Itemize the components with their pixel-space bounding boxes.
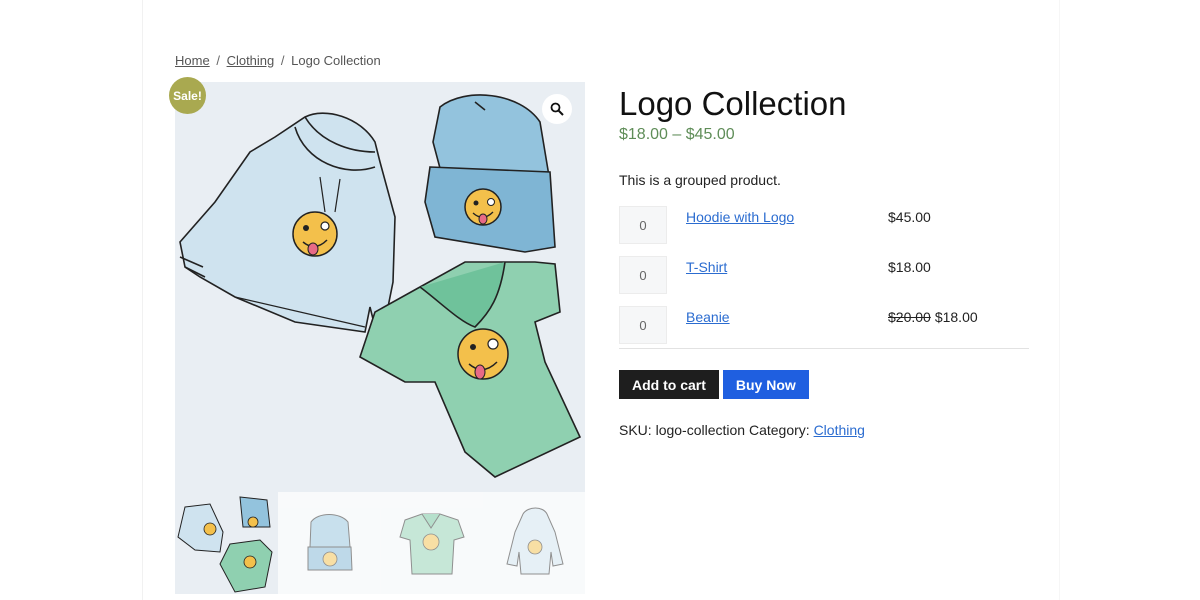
clothing-illustration xyxy=(179,94,582,478)
category-link[interactable]: Clothing xyxy=(814,422,865,438)
beanie-illustration xyxy=(424,94,556,253)
breadcrumb-separator: / xyxy=(216,53,220,68)
product-short-description: This is a grouped product. xyxy=(619,172,781,188)
thumbnail-beanie[interactable] xyxy=(277,492,380,594)
breadcrumb-current: Logo Collection xyxy=(291,53,381,68)
sku-value: logo-collection xyxy=(655,422,746,438)
grouped-products-table: Hoodie with Logo $45.00 T-Shirt $18.00 B… xyxy=(619,206,1029,356)
price-range: $18.00 – $45.00 xyxy=(619,126,735,143)
product-main-image[interactable] xyxy=(175,82,585,492)
add-to-cart-button[interactable]: Add to cart xyxy=(619,370,719,399)
buy-now-button[interactable]: Buy Now xyxy=(722,370,809,399)
zoom-button[interactable] xyxy=(542,94,572,124)
product-link-tshirt[interactable]: T-Shirt xyxy=(686,256,888,275)
tshirt-emoji-illustration xyxy=(457,328,509,380)
product-link-hoodie-with-logo[interactable]: Hoodie with Logo xyxy=(686,206,888,225)
product-link-beanie[interactable]: Beanie xyxy=(686,306,888,325)
grouped-product-row: Hoodie with Logo $45.00 xyxy=(619,206,1029,256)
thumbnail-hoodie[interactable] xyxy=(482,492,585,594)
price-hoodie-with-logo: $45.00 xyxy=(888,206,931,225)
category-label: Category: xyxy=(748,422,810,438)
divider xyxy=(619,348,1029,349)
beanie-emoji-illustration xyxy=(464,188,502,226)
thumbnail-tshirt[interactable] xyxy=(380,492,483,594)
price-beanie: $20.00 $18.00 xyxy=(888,306,978,325)
grouped-product-row: T-Shirt $18.00 xyxy=(619,256,1029,306)
breadcrumb: Home / Clothing / Logo Collection xyxy=(175,53,381,68)
magnifier-icon xyxy=(550,102,564,116)
quantity-input-hoodie[interactable] xyxy=(619,206,667,244)
breadcrumb-separator: / xyxy=(280,53,285,68)
hoodie-emoji-illustration xyxy=(292,211,338,257)
thumbnail-strip xyxy=(175,492,585,594)
quantity-input-beanie[interactable] xyxy=(619,306,667,344)
thumbnail-logo-collection[interactable] xyxy=(175,492,278,594)
breadcrumb-category-link[interactable]: Clothing xyxy=(227,53,275,68)
current-price: $18.00 xyxy=(888,259,931,275)
breadcrumb-home-link[interactable]: Home xyxy=(175,53,210,68)
current-price: $45.00 xyxy=(888,209,931,225)
quantity-input-tshirt[interactable] xyxy=(619,256,667,294)
original-price: $20.00 xyxy=(888,309,931,325)
hoodie-illustration xyxy=(179,112,396,333)
sku-label: SKU: xyxy=(619,422,652,438)
price-tshirt: $18.00 xyxy=(888,256,931,275)
product-title: Logo Collection xyxy=(619,85,847,122)
product-meta: SKU: logo-collection Category: Clothing xyxy=(619,422,1029,438)
product-summary: Logo Collection $18.00 – $45.00 This is … xyxy=(619,82,1029,438)
action-buttons: Add to cart Buy Now xyxy=(619,370,1029,399)
sale-price: $18.00 xyxy=(934,309,978,325)
sale-badge: Sale! xyxy=(169,77,206,114)
